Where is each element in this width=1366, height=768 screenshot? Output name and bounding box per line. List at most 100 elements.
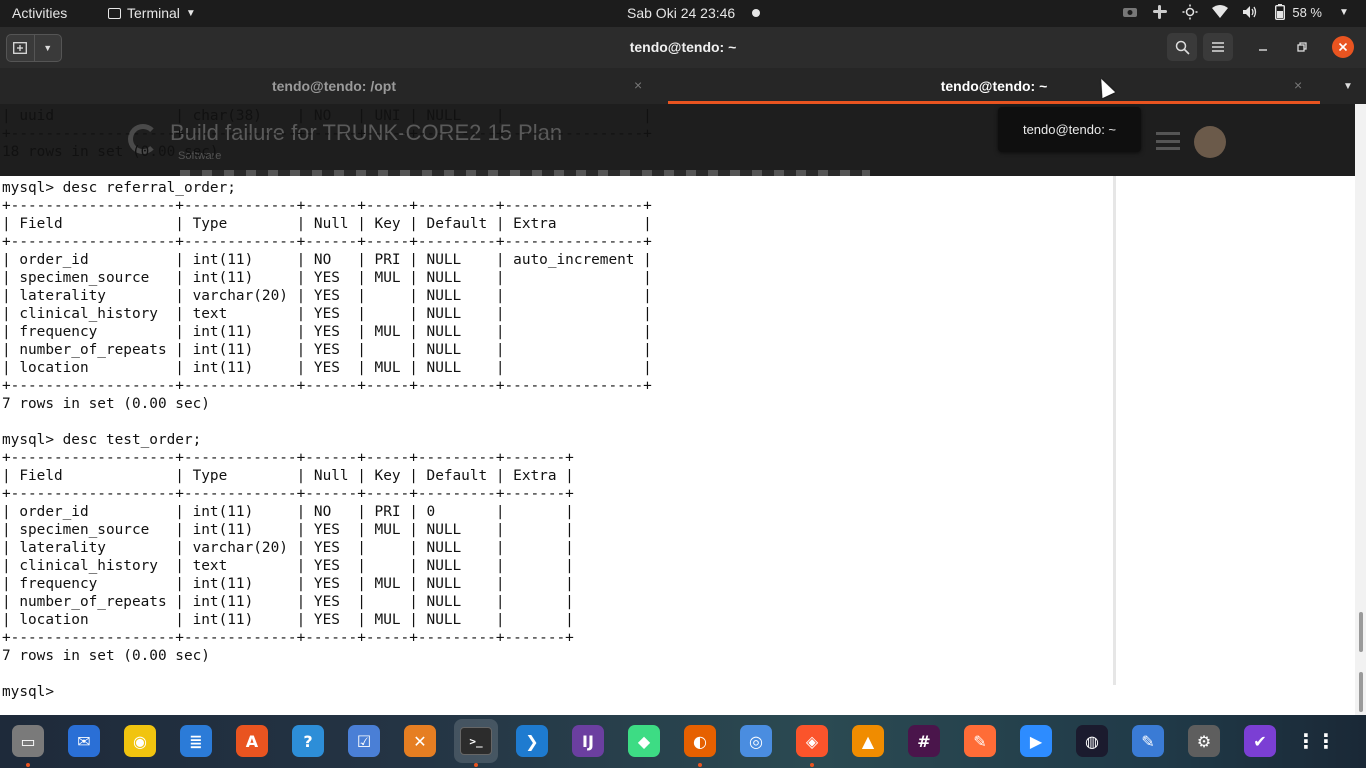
terminal-line: | number_of_repeats | int(11) | YES | | …: [2, 342, 652, 358]
terminal-line: | frequency | int(11) | YES | MUL | NULL…: [2, 576, 574, 592]
minimize-icon: [1259, 49, 1267, 51]
terminal-line: +-------------------+-------------+-----…: [2, 198, 652, 214]
terminal-icon[interactable]: >_: [454, 719, 498, 763]
terminal-line: | uuid | char(38) | NO | UNI | NULL | |: [2, 108, 652, 124]
show-apps-icon[interactable]: ⋮⋮: [1296, 725, 1336, 757]
software-center-icon[interactable]: A: [236, 725, 268, 757]
terminal-output: | uuid | char(38) | NO | UNI | NULL | | …: [2, 107, 652, 701]
dock: ▭ ✉ ◉ ≣ A? ☑ ✕ >_ ❯ IJ ◆ ◐ ◎ ◈ ▲ # ✎ ▶ ◍ ✎ ⚙ ✔ ⋮⋮: [0, 715, 1366, 768]
brave-icon[interactable]: ◈: [796, 725, 828, 757]
running-indicator: [26, 763, 30, 767]
chevron-down-icon: ▼: [1343, 80, 1353, 92]
app-menu[interactable]: Terminal ▼: [108, 5, 196, 21]
battery-icon: [1272, 4, 1288, 20]
search-button[interactable]: [1167, 33, 1197, 61]
window-title: tendo@tendo: ~: [629, 39, 737, 55]
brightness-icon: [1182, 4, 1198, 20]
minimize-button[interactable]: [1252, 33, 1274, 61]
close-icon: [1338, 42, 1348, 52]
avatar: [1194, 126, 1226, 158]
tab-list-button[interactable]: ▼: [1336, 72, 1360, 100]
settings-icon[interactable]: ⚙: [1188, 725, 1220, 757]
terminal-line: | specimen_source | int(11) | YES | MUL …: [2, 270, 652, 286]
volume-icon: [1242, 4, 1258, 20]
tab-home[interactable]: tendo@tendo: ~ ×: [668, 68, 1320, 104]
terminal-line: | location | int(11) | YES | MUL | NULL …: [2, 360, 652, 376]
terminal-line: mysql> desc referral_order;: [2, 180, 236, 196]
terminal-title-bar: ▼ tendo@tendo: ~: [0, 27, 1366, 68]
help-icon[interactable]: ?: [292, 725, 324, 757]
hamburger-icon: [1156, 132, 1180, 150]
terminal-line: | clinical_history | text | YES | | NULL…: [2, 558, 574, 574]
screen-recorder-icon[interactable]: ◍: [1076, 725, 1108, 757]
terminal-line: | number_of_repeats | int(11) | YES | | …: [2, 594, 574, 610]
terminal-line: | order_id | int(11) | NO | PRI | NULL |…: [2, 252, 652, 268]
close-icon[interactable]: ×: [634, 77, 642, 93]
system-tray[interactable]: 58 % ▼: [1122, 4, 1352, 20]
tab-opt[interactable]: tendo@tendo: /opt ×: [0, 68, 668, 104]
libreoffice-writer-icon[interactable]: ≣: [180, 725, 212, 757]
terminal-line: +-------------------+-------------+-----…: [2, 630, 574, 646]
chevron-down-icon: ▼: [185, 7, 196, 19]
scrollbar-thumb[interactable]: [1359, 612, 1363, 652]
todo-icon[interactable]: ✔: [1244, 725, 1276, 757]
tab-label: tendo@tendo: /opt: [271, 78, 397, 94]
top-bar: Activities Terminal ▼ Sab Oki 24 23:46 5…: [0, 0, 1366, 27]
terminal-line: mysql>: [2, 684, 63, 700]
terminal-line: +-------------------+-------------+-----…: [2, 486, 574, 502]
android-studio-icon[interactable]: ◆: [628, 725, 660, 757]
scrollbar-thumb-lower[interactable]: [1359, 672, 1363, 712]
terminal-view[interactable]: Build failure for TRUNK-CORE2 15 Plan So…: [0, 104, 1366, 715]
terminal-line: 7 rows in set (0.00 sec): [2, 648, 210, 664]
terminal-icon-glyph: >_: [460, 727, 492, 755]
terminal-line: | location | int(11) | YES | MUL | NULL …: [2, 612, 574, 628]
terminal-small-icon: [108, 7, 121, 19]
intellij-icon[interactable]: IJ: [572, 725, 604, 757]
slack-icon[interactable]: #: [908, 725, 940, 757]
camera-icon: [1122, 4, 1138, 20]
thunderbird-icon[interactable]: ✉: [68, 725, 100, 757]
slack-tray-icon: [1152, 4, 1168, 20]
terminal-line: | specimen_source | int(11) | YES | MUL …: [2, 522, 574, 538]
menu-button[interactable]: [1203, 33, 1233, 61]
terminal-line: | order_id | int(11) | NO | PRI | 0 | |: [2, 504, 574, 520]
hamburger-icon: [1212, 42, 1224, 52]
terminal-line: 7 rows in set (0.00 sec): [2, 396, 210, 412]
running-indicator: [698, 763, 702, 767]
clock[interactable]: Sab Oki 24 23:46: [627, 5, 735, 21]
vscode-icon[interactable]: ❯: [516, 725, 548, 757]
chromium-icon[interactable]: ◎: [740, 725, 772, 757]
tasks-icon[interactable]: ☑: [348, 725, 380, 757]
running-indicator: [810, 763, 814, 767]
activities-button[interactable]: Activities: [12, 5, 67, 21]
close-icon[interactable]: ×: [1294, 77, 1302, 93]
app-menu-label: Terminal: [127, 5, 180, 21]
terminal-line: | clinical_history | text | YES | | NULL…: [2, 306, 652, 322]
terminal-line: | Field | Type | Null | Key | Default | …: [2, 468, 574, 484]
terminal-line: mysql> desc test_order;: [2, 432, 202, 448]
vlc-icon[interactable]: ▲: [852, 725, 884, 757]
postman-icon[interactable]: ✎: [964, 725, 996, 757]
crossover-icon[interactable]: ✕: [404, 725, 436, 757]
terminal-line: | laterality | varchar(20) | YES | | NUL…: [2, 540, 574, 556]
terminal-line: +-------------------+-------------+-----…: [2, 450, 574, 466]
terminal-line: 18 rows in set (0.00 sec): [2, 144, 219, 160]
zoom-icon[interactable]: ▶: [1020, 725, 1052, 757]
battery-percent: 58 %: [1292, 4, 1322, 20]
maximize-button[interactable]: [1291, 33, 1313, 61]
tab-tooltip: tendo@tendo: ~: [998, 107, 1141, 152]
wifi-icon: [1212, 4, 1229, 20]
notification-dot: [752, 9, 760, 17]
scrollbar[interactable]: [1355, 104, 1366, 715]
terminal-line: | laterality | varchar(20) | YES | | NUL…: [2, 288, 652, 304]
tab-bar: tendo@tendo: /opt × tendo@tendo: ~ × ▼: [0, 68, 1366, 104]
running-indicator: [474, 763, 478, 767]
search-icon: [1175, 40, 1190, 55]
firefox-icon[interactable]: ◐: [684, 725, 716, 757]
close-button[interactable]: [1332, 36, 1354, 58]
chevron-down-icon: ▼: [1339, 6, 1349, 18]
text-editor-icon[interactable]: ✎: [1132, 725, 1164, 757]
rhythmbox-icon[interactable]: ◉: [124, 725, 156, 757]
terminal-line: +-------------------+-------------+-----…: [2, 126, 652, 142]
files-icon[interactable]: ▭: [12, 725, 44, 757]
